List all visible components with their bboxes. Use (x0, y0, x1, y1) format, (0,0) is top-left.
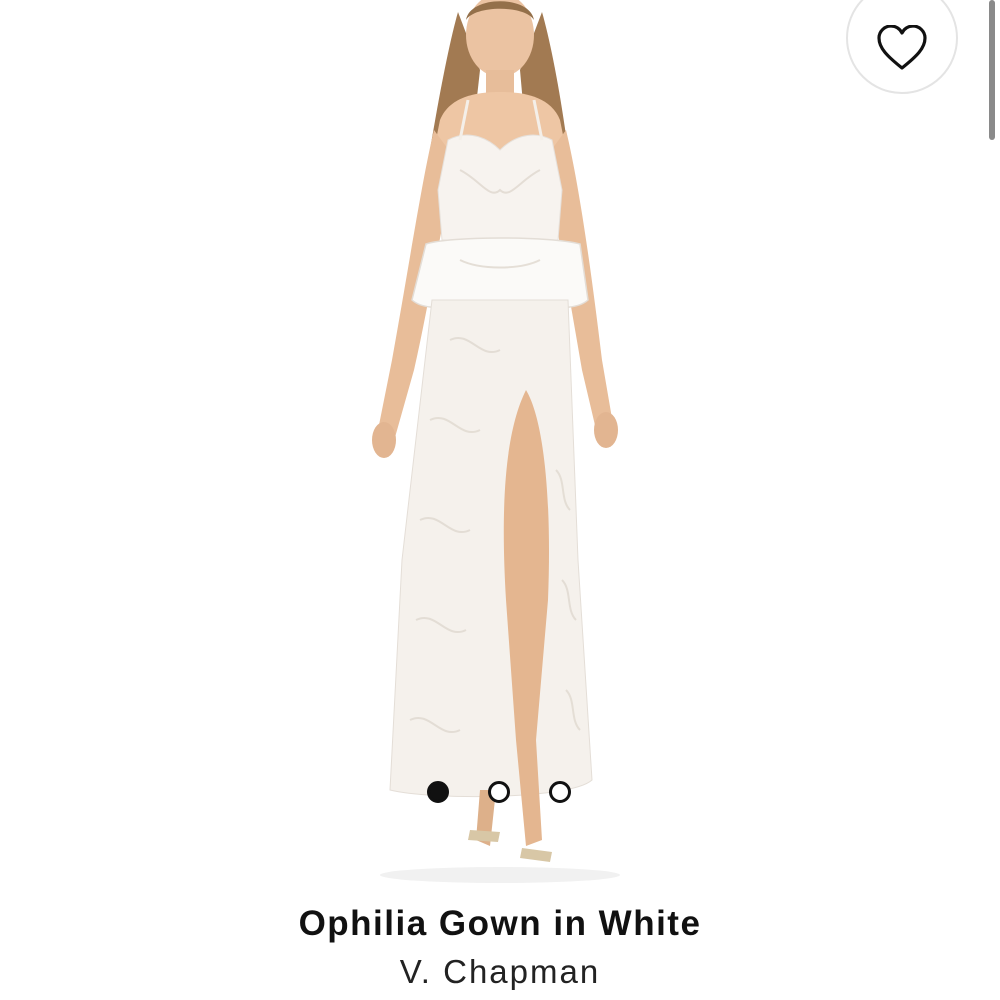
product-screen: Ophilia Gown in White V. Chapman (0, 0, 1000, 1000)
product-brand[interactable]: V. Chapman (0, 953, 1000, 991)
carousel-indicator (427, 781, 571, 803)
product-title: Ophilia Gown in White (298, 904, 702, 943)
heart-outline-icon (877, 25, 927, 70)
scrollbar[interactable] (989, 0, 995, 140)
favorite-button[interactable] (846, 0, 958, 94)
carousel-dot-1[interactable] (427, 781, 449, 803)
carousel-dot-2[interactable] (488, 781, 510, 803)
carousel-dot-3[interactable] (549, 781, 571, 803)
product-photo[interactable] (330, 0, 670, 890)
